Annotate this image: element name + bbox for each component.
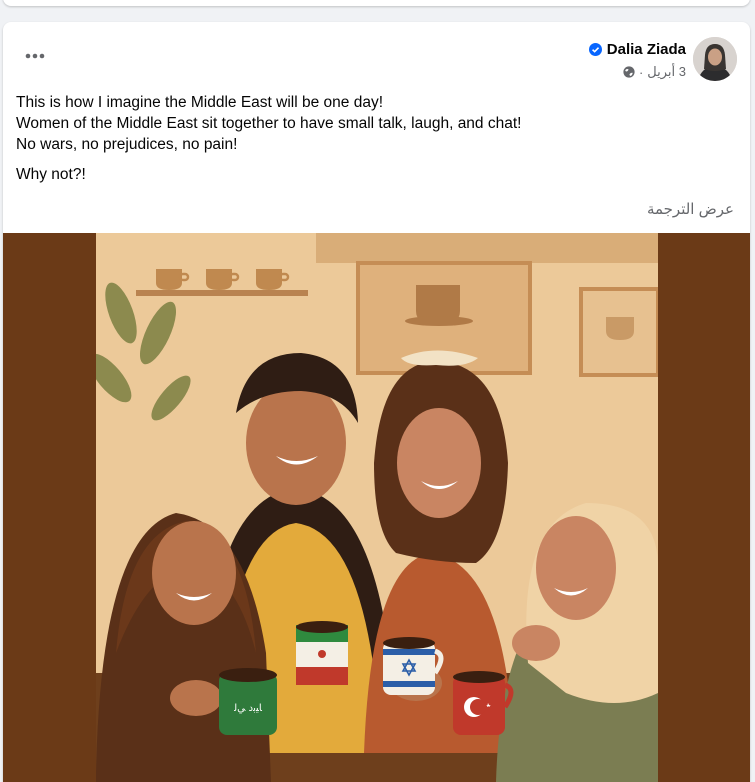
more-options-icon bbox=[25, 53, 45, 59]
post-meta: · 3 أبريل bbox=[623, 63, 686, 81]
post-text-closing: Why not?! bbox=[16, 166, 86, 183]
post-image[interactable]: ﺎﻴﺑﺩ ﻲﻟ bbox=[3, 233, 750, 782]
verified-badge-icon bbox=[588, 42, 602, 56]
previous-post-card bbox=[3, 0, 750, 6]
mug-label: ﺎﻴﺑﺩ ﻲﻟ bbox=[233, 703, 263, 714]
more-options-button[interactable] bbox=[17, 44, 53, 68]
post-card: Dalia Ziada · 3 أبريل This is how I imag… bbox=[3, 22, 750, 782]
see-translation-link[interactable]: عرض الترجمة bbox=[647, 200, 734, 218]
author-name[interactable]: Dalia Ziada bbox=[607, 41, 686, 58]
post-text-line: No wars, no prejudices, no pain! bbox=[16, 136, 238, 153]
post-text-line: Women of the Middle East sit together to… bbox=[16, 115, 522, 132]
post-text-line: This is how I imagine the Middle East wi… bbox=[16, 94, 384, 111]
globe-icon[interactable] bbox=[623, 66, 635, 78]
author-row: Dalia Ziada bbox=[588, 38, 686, 60]
post-timestamp[interactable]: 3 أبريل bbox=[647, 64, 686, 80]
women-cafe-illustration: ﺎﻴﺑﺩ ﻲﻟ bbox=[96, 233, 658, 782]
meta-separator: · bbox=[638, 64, 644, 80]
post-text: This is how I imagine the Middle East wi… bbox=[16, 92, 736, 185]
author-avatar[interactable] bbox=[693, 37, 737, 81]
